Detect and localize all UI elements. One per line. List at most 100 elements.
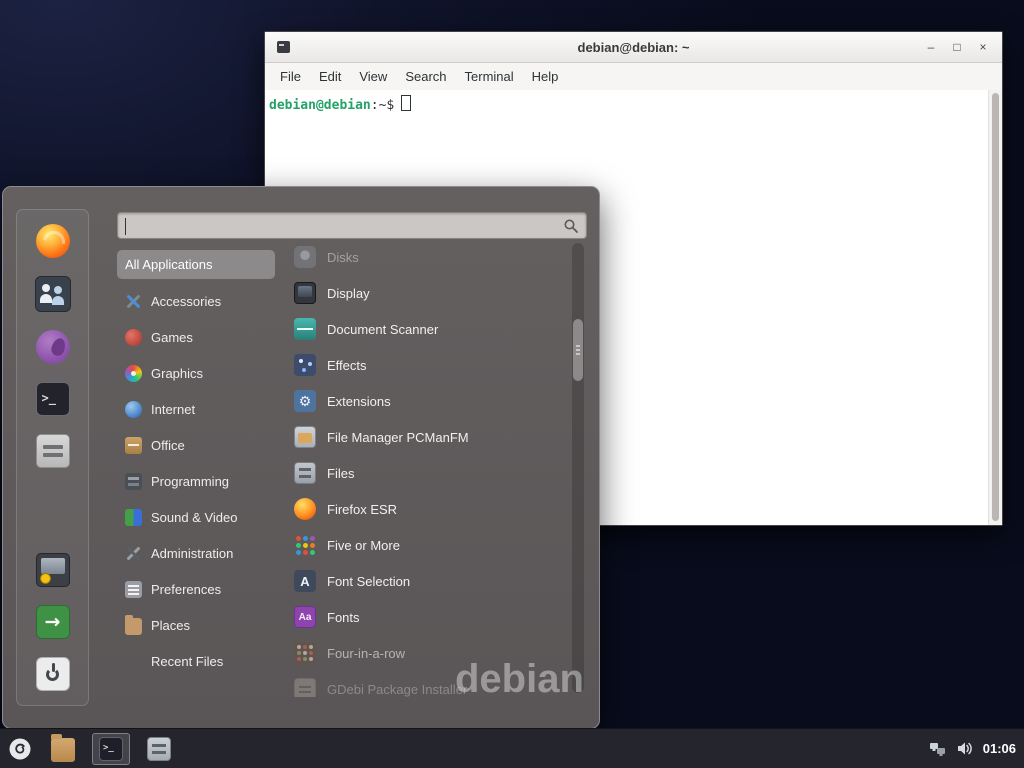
files-icon [147, 737, 171, 761]
taskbar: 01:06 [0, 728, 1024, 768]
app-item-fonts[interactable]: Fonts [284, 599, 572, 635]
app-item-gdebi[interactable]: GDebi Package Installer [284, 671, 572, 697]
accessories-icon [125, 293, 142, 310]
lock-screen-icon[interactable] [36, 553, 70, 587]
terminal-menubar: File Edit View Search Terminal Help [265, 63, 1002, 91]
menubar-item-search[interactable]: Search [396, 63, 455, 90]
category-preferences[interactable]: Preferences [117, 571, 275, 607]
category-office[interactable]: Office [117, 427, 275, 463]
category-list: All Applications Accessories Games Graph… [117, 247, 275, 679]
category-label: Office [151, 438, 185, 453]
app-label: Display [327, 286, 370, 301]
category-label: All Applications [125, 257, 212, 272]
category-places[interactable]: Places [117, 607, 275, 643]
app-list-scrollbar-thumb[interactable] [573, 319, 583, 381]
app-label: Firefox ESR [327, 502, 397, 517]
app-label: GDebi Package Installer [327, 682, 467, 697]
app-label: Fonts [327, 610, 360, 625]
font-selection-icon [294, 570, 316, 592]
office-icon [125, 437, 142, 454]
clock[interactable]: 01:06 [983, 741, 1016, 756]
app-label: Document Scanner [327, 322, 438, 337]
app-label: Files [327, 466, 354, 481]
terminal-icon [99, 737, 123, 761]
app-item-disks[interactable]: Disks [284, 239, 572, 275]
app-item-five-or-more[interactable]: Five or More [284, 527, 572, 563]
app-label: Disks [327, 250, 359, 265]
pidgin-icon[interactable] [36, 330, 70, 364]
menu-button[interactable] [0, 729, 40, 768]
network-icon[interactable] [929, 740, 946, 757]
menubar-item-help[interactable]: Help [523, 63, 568, 90]
terminal-scrollbar[interactable] [988, 90, 1002, 525]
folder-icon [51, 738, 75, 762]
taskbar-app-buttons [44, 733, 178, 765]
app-item-document-scanner[interactable]: Document Scanner [284, 311, 572, 347]
app-label: File Manager PCManFM [327, 430, 469, 445]
category-recent-files[interactable]: Recent Files [117, 643, 275, 679]
taskbar-file-manager-button[interactable] [44, 733, 82, 765]
minimize-button[interactable]: – [918, 36, 944, 58]
app-item-extensions[interactable]: Extensions [284, 383, 572, 419]
category-label: Places [151, 618, 190, 633]
taskbar-files-button[interactable] [140, 733, 178, 765]
app-list-scrollbar[interactable] [572, 243, 584, 693]
graphics-icon [125, 365, 142, 382]
effects-icon [294, 354, 316, 376]
favorites-column [16, 209, 89, 706]
category-sound-video[interactable]: Sound & Video [117, 499, 275, 535]
app-label: Extensions [327, 394, 391, 409]
app-label: Four-in-a-row [327, 646, 405, 661]
category-programming[interactable]: Programming [117, 463, 275, 499]
volume-icon[interactable] [956, 740, 973, 757]
prompt-user: debian@debian [269, 98, 371, 113]
menubar-item-view[interactable]: View [350, 63, 396, 90]
app-label: Font Selection [327, 574, 410, 589]
terminal-window-icon [277, 41, 290, 53]
preferences-icon [125, 581, 142, 598]
desktop: debian@debian: ~ – □ × File Edit View Se… [0, 0, 1024, 768]
category-label: Programming [151, 474, 229, 489]
category-label: Internet [151, 402, 195, 417]
places-icon [125, 618, 142, 635]
menubar-item-edit[interactable]: Edit [310, 63, 350, 90]
category-internet[interactable]: Internet [117, 391, 275, 427]
app-item-four-in-a-row[interactable]: Four-in-a-row [284, 635, 572, 671]
window-controls: – □ × [918, 32, 996, 62]
app-item-font-selection[interactable]: Font Selection [284, 563, 572, 599]
display-icon [294, 282, 316, 304]
programming-icon [125, 473, 142, 490]
menubar-item-file[interactable]: File [271, 63, 310, 90]
users-icon[interactable] [35, 276, 71, 312]
file-manager-icon[interactable] [36, 434, 70, 468]
favorites-top-group [35, 224, 71, 468]
category-accessories[interactable]: Accessories [117, 283, 275, 319]
search-input[interactable] [126, 215, 558, 238]
terminal-title: debian@debian: ~ [265, 40, 1002, 55]
app-item-files[interactable]: Files [284, 455, 572, 491]
app-item-display[interactable]: Display [284, 275, 572, 311]
file-manager-icon [294, 426, 316, 448]
taskbar-terminal-button[interactable] [92, 733, 130, 765]
app-item-firefox-esr[interactable]: Firefox ESR [284, 491, 572, 527]
app-item-effects[interactable]: Effects [284, 347, 572, 383]
menubar-item-terminal[interactable]: Terminal [456, 63, 523, 90]
terminal-titlebar[interactable]: debian@debian: ~ – □ × [265, 32, 1002, 63]
internet-icon [125, 401, 142, 418]
category-games[interactable]: Games [117, 319, 275, 355]
maximize-button[interactable]: □ [944, 36, 970, 58]
category-all-applications[interactable]: All Applications [117, 250, 275, 279]
category-graphics[interactable]: Graphics [117, 355, 275, 391]
search-icon [563, 218, 579, 234]
app-item-file-manager-pcmanfm[interactable]: File Manager PCManFM [284, 419, 572, 455]
category-label: Sound & Video [151, 510, 238, 525]
logout-icon[interactable] [36, 605, 70, 639]
category-label: Accessories [151, 294, 221, 309]
close-button[interactable]: × [970, 36, 996, 58]
shutdown-icon[interactable] [36, 657, 70, 691]
terminal-scrollbar-thumb[interactable] [992, 93, 999, 521]
terminal-icon[interactable] [36, 382, 70, 416]
firefox-icon[interactable] [36, 224, 70, 258]
administration-icon [125, 545, 142, 562]
category-administration[interactable]: Administration [117, 535, 275, 571]
